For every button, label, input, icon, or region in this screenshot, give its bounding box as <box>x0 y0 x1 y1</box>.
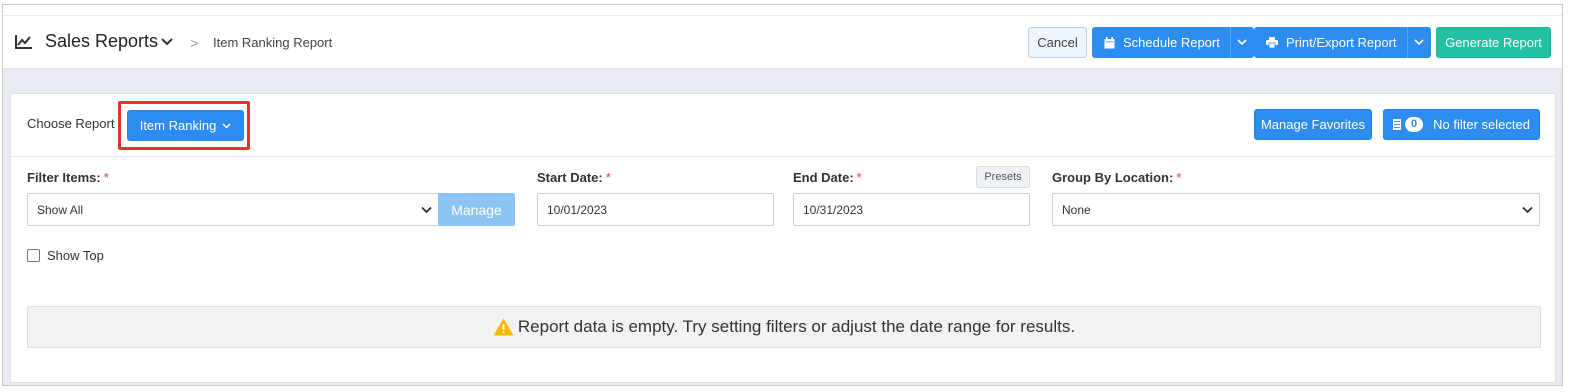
start-date-input[interactable]: 10/01/2023 <box>537 193 774 226</box>
calendar-icon <box>1104 36 1115 48</box>
schedule-report-dropdown[interactable] <box>1229 27 1254 58</box>
empty-report-message: Report data is empty. Try setting filter… <box>27 306 1541 348</box>
group-by-value: None <box>1062 202 1091 217</box>
show-top-label[interactable]: Show Top <box>47 248 104 263</box>
divider <box>3 15 1562 16</box>
breadcrumb-current: Item Ranking Report <box>213 35 333 50</box>
empty-report-text: Report data is empty. Try setting filter… <box>517 317 1076 336</box>
schedule-report-button[interactable]: Schedule Report <box>1092 27 1230 58</box>
required-mark: * <box>103 170 109 185</box>
print-export-dropdown[interactable] <box>1406 27 1431 58</box>
print-export-button[interactable]: Print/Export Report <box>1254 27 1407 58</box>
generate-report-button[interactable]: Generate Report <box>1436 27 1551 58</box>
filter-items-select[interactable]: Show All <box>27 193 439 226</box>
print-export-split-button: Print/Export Report <box>1254 27 1431 58</box>
breadcrumb-separator: > <box>190 35 199 51</box>
report-select-label: Item Ranking <box>139 118 217 133</box>
start-date-value: 10/01/2023 <box>547 202 608 217</box>
start-date-label: Start Date: * <box>537 170 611 185</box>
group-by-location-select[interactable]: None <box>1052 193 1540 226</box>
divider <box>11 156 1555 157</box>
top-bar: Sales Reports > Item Ranking Report Canc… <box>3 5 1562 69</box>
warning-icon <box>493 318 514 336</box>
presets-button[interactable]: Presets <box>976 166 1030 188</box>
end-date-input[interactable]: 10/31/2023 <box>793 193 1030 226</box>
filter-count-badge: 0 <box>1405 117 1424 132</box>
app-frame: Sales Reports > Item Ranking Report Canc… <box>2 4 1563 386</box>
required-mark: * <box>856 170 862 185</box>
manage-filter-button[interactable]: Manage <box>438 193 515 226</box>
page-title[interactable]: Sales Reports <box>45 31 158 52</box>
filter-items-label: Filter Items: * <box>27 170 109 185</box>
chevron-down-icon <box>222 123 231 128</box>
chevron-down-icon <box>1522 206 1533 214</box>
group-by-location-label: Group By Location: * <box>1052 170 1181 185</box>
filter-status-label: No filter selected <box>1433 117 1530 132</box>
chevron-down-icon <box>1237 39 1247 46</box>
filter-items-label-text: Filter Items: <box>27 170 101 185</box>
schedule-report-label: Schedule Report <box>1123 35 1220 50</box>
printer-icon <box>1266 37 1278 48</box>
chevron-down-icon[interactable] <box>161 37 173 47</box>
report-select-button[interactable]: Item Ranking <box>127 110 244 141</box>
report-card: Choose Report Item Ranking Manage Favori… <box>10 93 1556 383</box>
group-by-label-text: Group By Location: <box>1052 170 1174 185</box>
end-date-label: End Date: * <box>793 170 862 185</box>
end-date-label-text: End Date: <box>793 170 854 185</box>
required-mark: * <box>1176 170 1182 185</box>
show-top-checkbox[interactable] <box>27 249 40 262</box>
filter-status-button[interactable]: 0 No filter selected <box>1383 109 1540 140</box>
required-mark: * <box>605 170 611 185</box>
chevron-down-icon <box>421 206 432 214</box>
filter-items-value: Show All <box>37 202 84 217</box>
choose-report-label: Choose Report <box>27 116 115 131</box>
filter-list-icon <box>1393 119 1402 130</box>
start-date-label-text: Start Date: <box>537 170 603 185</box>
chevron-down-icon <box>1414 39 1424 46</box>
print-export-label: Print/Export Report <box>1286 35 1397 50</box>
chart-line-icon <box>15 35 32 49</box>
manage-favorites-button[interactable]: Manage Favorites <box>1254 109 1372 140</box>
end-date-value: 10/31/2023 <box>803 202 864 217</box>
cancel-button[interactable]: Cancel <box>1028 27 1087 58</box>
schedule-report-split-button: Schedule Report <box>1092 27 1254 58</box>
